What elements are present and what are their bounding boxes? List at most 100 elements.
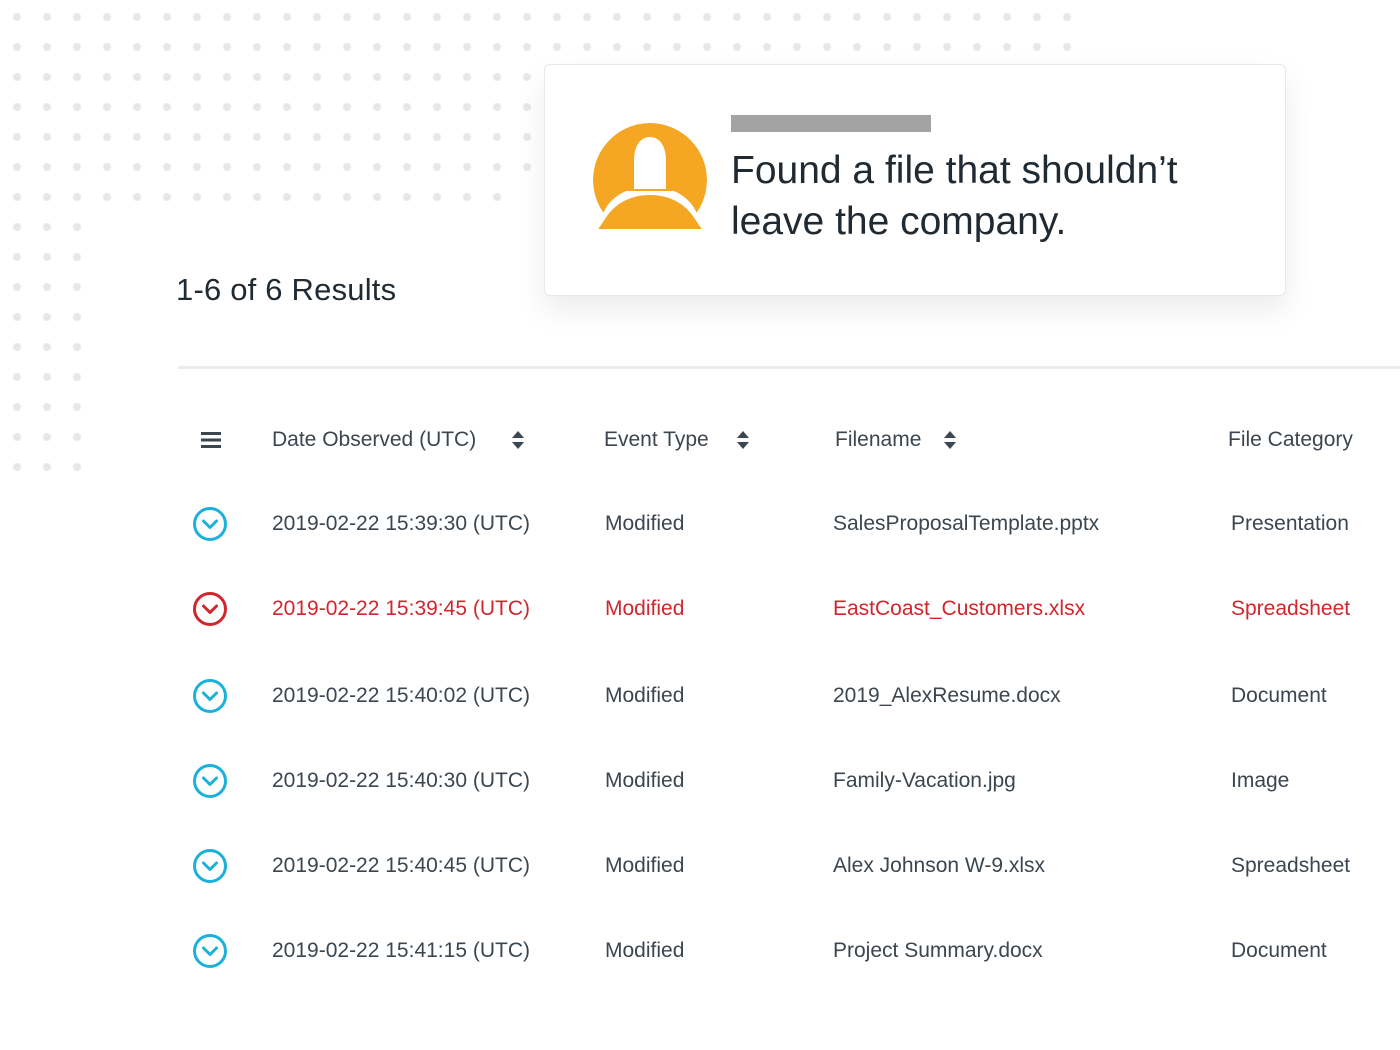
background-dot	[493, 163, 501, 171]
background-dot	[283, 103, 291, 111]
background-dot	[643, 43, 651, 51]
chevron-down-circle-icon[interactable]	[192, 591, 228, 627]
background-dot	[403, 43, 411, 51]
background-dot	[13, 283, 21, 291]
background-dot	[493, 73, 501, 81]
sort-icon[interactable]	[511, 429, 525, 451]
sort-icon[interactable]	[943, 429, 957, 451]
background-dot	[43, 223, 51, 231]
background-dot	[73, 283, 81, 291]
background-dot	[43, 313, 51, 321]
background-dot	[43, 373, 51, 381]
background-dot	[13, 433, 21, 441]
column-header-filename[interactable]: Filename	[835, 425, 921, 455]
background-dot	[523, 43, 531, 51]
column-header-file-category[interactable]: File Category	[1228, 425, 1353, 455]
chevron-down-circle-icon[interactable]	[192, 678, 228, 714]
background-dot	[433, 73, 441, 81]
table-row-flagged[interactable]: 2019-02-22 15:39:45 (UTC) Modified EastC…	[0, 579, 1400, 639]
column-menu-icon[interactable]	[199, 430, 223, 450]
sort-icon[interactable]	[736, 429, 750, 451]
background-dot	[1063, 43, 1071, 51]
background-dot	[43, 73, 51, 81]
background-dot	[193, 163, 201, 171]
background-dot	[1033, 43, 1041, 51]
table-row[interactable]: 2019-02-22 15:40:02 (UTC) Modified 2019_…	[0, 666, 1400, 726]
table-row[interactable]: 2019-02-22 15:40:45 (UTC) Modified Alex …	[0, 836, 1400, 896]
background-dot	[433, 13, 441, 21]
background-dot	[283, 13, 291, 21]
background-dot	[463, 133, 471, 141]
background-dot	[913, 43, 921, 51]
background-dot	[43, 163, 51, 171]
background-dot	[463, 73, 471, 81]
background-dot	[133, 163, 141, 171]
background-dot	[283, 163, 291, 171]
background-dot	[13, 223, 21, 231]
background-dot	[613, 13, 621, 21]
background-dot	[493, 43, 501, 51]
background-dot	[1033, 13, 1041, 21]
cell-event-type: Modified	[605, 939, 685, 962]
background-dot	[583, 43, 591, 51]
background-dot	[313, 193, 321, 201]
background-dot	[103, 43, 111, 51]
background-dot	[103, 133, 111, 141]
chevron-down-circle-icon[interactable]	[192, 506, 228, 542]
cell-file-category: Presentation	[1231, 512, 1349, 535]
background-dot	[253, 103, 261, 111]
background-dot	[343, 133, 351, 141]
table-row[interactable]: 2019-02-22 15:39:30 (UTC) Modified Sales…	[0, 494, 1400, 554]
background-dot	[13, 103, 21, 111]
background-dot	[13, 403, 21, 411]
background-dot	[13, 193, 21, 201]
background-dot	[13, 73, 21, 81]
cell-date: 2019-02-22 15:40:45 (UTC)	[272, 854, 530, 877]
background-dot	[403, 163, 411, 171]
background-dot	[403, 103, 411, 111]
background-dot	[823, 13, 831, 21]
cell-filename: Alex Johnson W-9.xlsx	[833, 854, 1046, 877]
background-dot	[973, 13, 981, 21]
background-dot	[223, 163, 231, 171]
background-dot	[163, 13, 171, 21]
alert-card: Found a file that shouldn’t leave the co…	[544, 64, 1286, 296]
background-dot	[733, 43, 741, 51]
chevron-down-circle-icon[interactable]	[192, 848, 228, 884]
background-dot	[73, 223, 81, 231]
background-dot	[463, 13, 471, 21]
background-dot	[133, 43, 141, 51]
table-row[interactable]: 2019-02-22 15:40:30 (UTC) Modified Famil…	[0, 751, 1400, 811]
background-dot	[283, 73, 291, 81]
chevron-down-circle-icon[interactable]	[192, 763, 228, 799]
cell-event-type: Modified	[605, 512, 685, 535]
chevron-down-circle-icon[interactable]	[192, 933, 228, 969]
background-dot	[283, 43, 291, 51]
background-dot	[853, 43, 861, 51]
background-dot	[373, 43, 381, 51]
background-dot	[13, 43, 21, 51]
background-dot	[523, 133, 531, 141]
column-header-event-type[interactable]: Event Type	[604, 425, 709, 455]
background-dot	[193, 73, 201, 81]
background-dot	[313, 163, 321, 171]
background-dot	[43, 13, 51, 21]
background-dot	[313, 103, 321, 111]
background-dot	[43, 283, 51, 291]
background-dot	[373, 73, 381, 81]
background-dot	[223, 133, 231, 141]
background-dot	[493, 103, 501, 111]
background-dot	[523, 13, 531, 21]
background-dot	[433, 103, 441, 111]
background-dot	[73, 133, 81, 141]
background-dot	[763, 43, 771, 51]
background-dot	[343, 13, 351, 21]
background-dot	[1063, 13, 1071, 21]
background-dot	[463, 43, 471, 51]
table-row[interactable]: 2019-02-22 15:41:15 (UTC) Modified Proje…	[0, 921, 1400, 981]
background-dot	[43, 403, 51, 411]
cell-file-category: Image	[1231, 769, 1290, 792]
column-header-date[interactable]: Date Observed (UTC)	[272, 425, 476, 455]
background-dot	[493, 193, 501, 201]
background-dot	[343, 103, 351, 111]
